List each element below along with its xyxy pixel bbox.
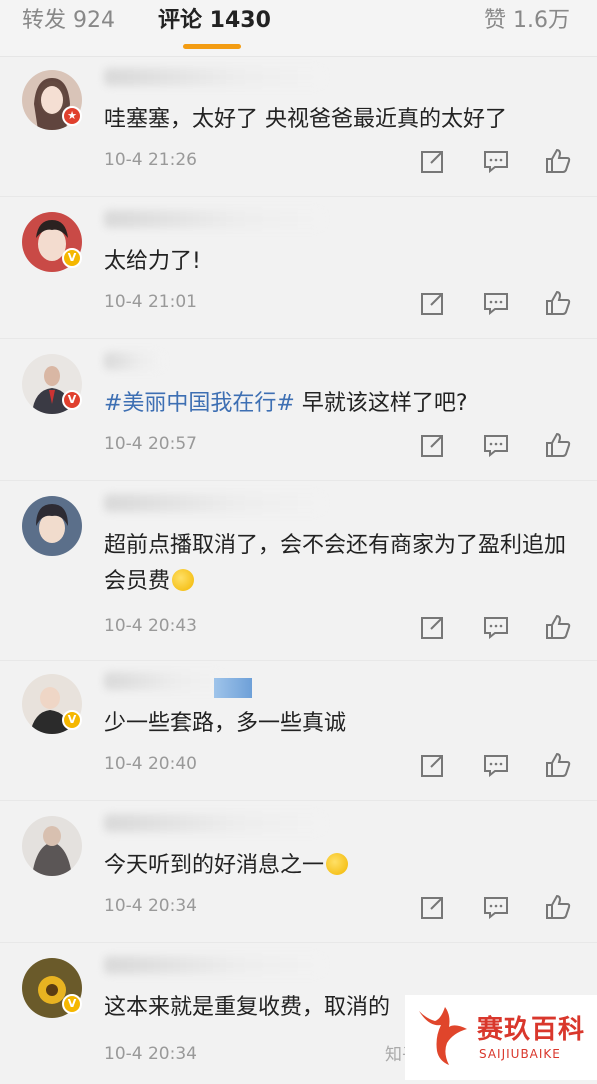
comment-text: 超前点播取消了，会不会还有商家为了盈利追加会员费 [104,528,574,600]
topic-hashtag-link[interactable]: #美丽中国我在行# [104,391,295,416]
comment-item: ★ 哇塞塞，太好了 央视爸爸最近真的太好了 10-4 21:26 [0,56,597,197]
username-blurred [104,210,324,228]
comment-text: #美丽中国我在行# 早就该这样了吧? [104,386,574,422]
watermark-subtitle: SAIJIUBAIKE [479,1047,561,1061]
share-icon[interactable] [420,614,446,640]
share-icon[interactable] [420,752,446,778]
tab-repost[interactable]: 转发 924 [22,2,115,34]
username-blurred [104,672,224,690]
share-icon[interactable] [420,894,446,920]
emoji-icon [326,853,349,875]
tab-likes[interactable]: 赞 1.6万 [484,2,570,34]
comment-icon[interactable] [483,290,509,316]
comment-time: 10-4 20:40 [104,754,197,774]
verified-badge-icon: V [62,994,82,1014]
emoji-icon [172,569,195,591]
verified-badge-icon: V [62,710,82,730]
comment-text-body: 早就该这样了吧? [294,391,468,416]
verified-badge-icon: ★ [62,106,82,126]
comment-icon[interactable] [483,148,509,174]
username-blurred [104,956,324,974]
avatar-image [22,816,82,876]
like-icon[interactable] [545,614,571,640]
avatar[interactable] [22,496,82,556]
brand-watermark: 赛玖百科 SAIJIUBAIKE [405,995,597,1080]
comment-item: 今天听到的好消息之一 10-4 20:34 [0,802,597,943]
comment-time: 10-4 20:34 [104,1044,197,1064]
like-icon[interactable] [545,752,571,778]
comment-time: 10-4 20:34 [104,896,197,916]
comment-text: 少一些套路，多一些真诚 [104,711,347,736]
whale-tail-logo-icon [419,1007,467,1065]
tab-comments[interactable]: 评论 1430 [158,2,271,34]
comment-item: V 太给力了! 10-4 21:01 [0,198,597,339]
comment-time: 10-4 21:26 [104,150,197,170]
like-icon[interactable] [545,894,571,920]
avatar-image [22,496,82,556]
username-blurred [104,352,164,370]
share-icon[interactable] [420,290,446,316]
verified-badge-icon: V [62,248,82,268]
comment-text: 哇塞塞，太好了 央视爸爸最近真的太好了 [104,107,507,132]
comment-item: 超前点播取消了，会不会还有商家为了盈利追加会员费 10-4 20:43 [0,482,597,661]
share-icon[interactable] [420,432,446,458]
comment-icon[interactable] [483,752,509,778]
comment-icon[interactable] [483,894,509,920]
like-icon[interactable] [545,148,571,174]
comment-time: 10-4 21:01 [104,292,197,312]
share-icon[interactable] [420,148,446,174]
comment-item: V #美丽中国我在行# 早就该这样了吧? 10-4 20:57 [0,340,597,481]
comment-text: 今天听到的好消息之一 [104,848,574,884]
comment-icon[interactable] [483,432,509,458]
comment-tabs: 转发 924 评论 1430 赞 1.6万 [0,0,597,57]
active-tab-indicator [183,44,241,49]
comment-time: 10-4 20:57 [104,434,197,454]
username-decoration [214,678,252,698]
comment-text-body: 今天听到的好消息之一 [104,853,325,878]
comment-item: V 少一些套路，多一些真诚 10-4 20:40 [0,660,597,801]
avatar[interactable] [22,816,82,876]
comment-icon[interactable] [483,614,509,640]
username-blurred [104,494,324,512]
like-icon[interactable] [545,432,571,458]
username-blurred [104,814,324,832]
comment-time: 10-4 20:43 [104,616,197,636]
like-icon[interactable] [545,290,571,316]
watermark-title: 赛玖百科 [477,1015,586,1045]
username-blurred [104,68,324,86]
comment-text: 太给力了! [104,249,201,274]
verified-badge-icon: V [62,390,82,410]
